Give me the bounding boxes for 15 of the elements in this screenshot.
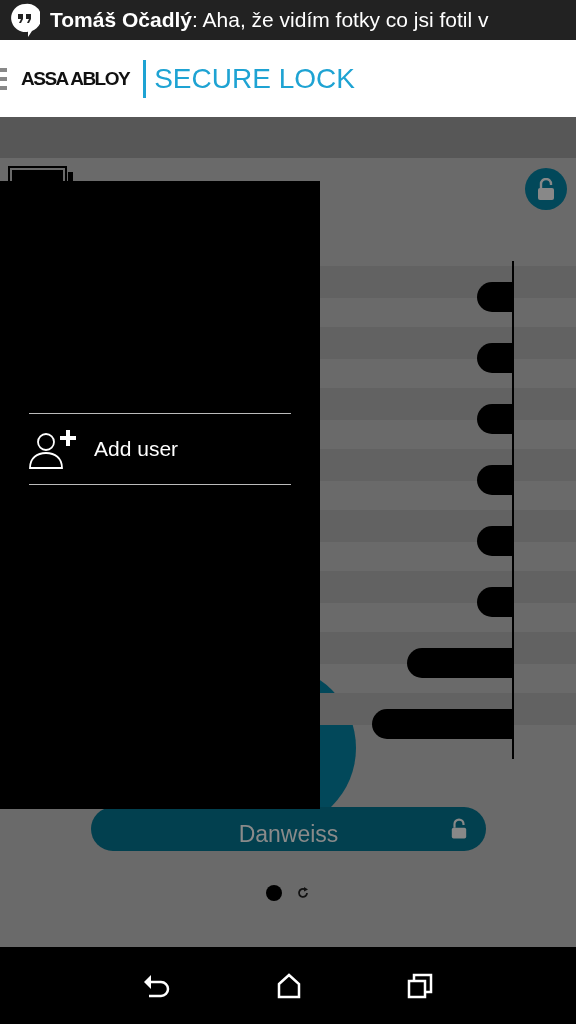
lock-icon xyxy=(450,818,468,840)
app-title: SECURE LOCK xyxy=(154,62,355,95)
refresh-icon[interactable] xyxy=(296,886,310,900)
brand-logo: ASSA ABLOY xyxy=(21,67,130,90)
page-dot[interactable] xyxy=(266,885,282,901)
lock-icon xyxy=(536,177,556,201)
add-user-item[interactable]: Add user xyxy=(29,413,291,485)
home-icon[interactable] xyxy=(277,972,301,999)
recents-icon[interactable] xyxy=(407,972,433,999)
add-user-icon xyxy=(29,429,77,469)
menu-icon[interactable] xyxy=(0,67,7,90)
user-name: Danweiss xyxy=(238,821,339,848)
lock-button[interactable] xyxy=(525,168,567,210)
notification-text: Tomáš Očadlý: Aha, že vidím fotky co jsi fotil v xyxy=(50,8,489,32)
chat-icon xyxy=(10,3,40,37)
